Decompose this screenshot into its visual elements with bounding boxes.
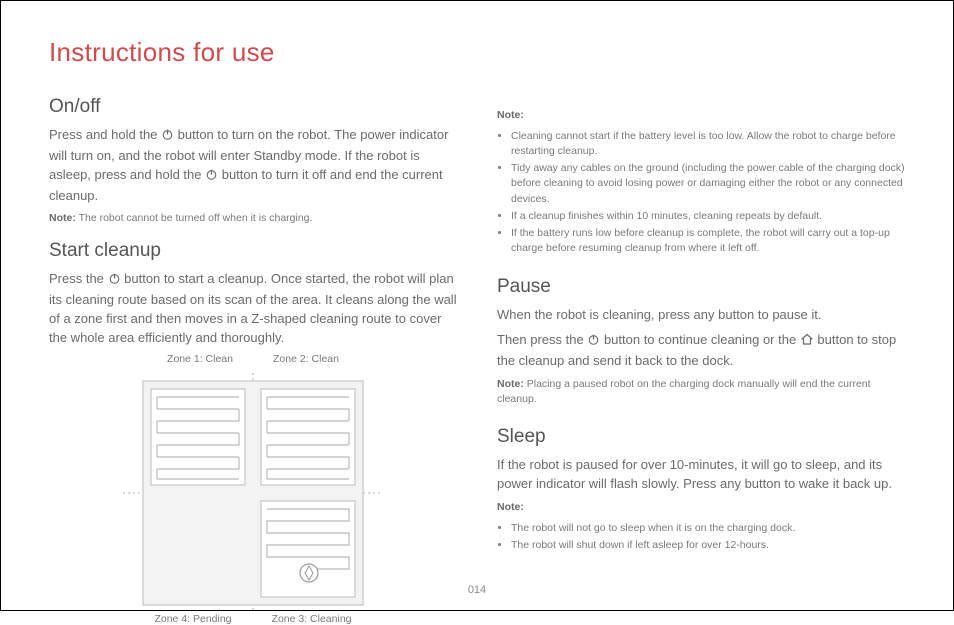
pause-note: Note: Placing a paused robot on the char… — [497, 377, 905, 406]
text: Press and hold the — [49, 127, 161, 142]
zone1-label: Zone 1: Clean — [167, 353, 233, 365]
onoff-paragraph: Press and hold the button to turn on the… — [49, 126, 457, 205]
text: button to continue cleaning or the — [600, 332, 799, 347]
note-label: Note: — [497, 501, 524, 513]
note-item: If a cleanup finishes within 10 minutes,… — [511, 209, 905, 224]
text: Then press the — [497, 332, 587, 347]
note-label: Note: — [49, 212, 76, 224]
zone4-label: Zone 4: Pending — [154, 613, 231, 625]
onoff-heading: On/off — [49, 96, 457, 118]
note-item: The robot will not go to sleep when it i… — [511, 521, 905, 536]
note-text: Placing a paused robot on the charging d… — [497, 378, 871, 405]
pause-heading: Pause — [497, 276, 905, 298]
note-text: The robot cannot be turned off when it i… — [76, 212, 313, 224]
power-icon — [205, 168, 218, 187]
right-column: Note: Cleaning cannot start if the batte… — [497, 82, 905, 625]
sleep-p1: If the robot is paused for over 10-minut… — [497, 456, 905, 494]
text: Press the — [49, 271, 108, 286]
sleep-note-label: Note: — [497, 500, 905, 515]
page-title: Instructions for use — [49, 37, 905, 68]
note-item: If the battery runs low before cleanup i… — [511, 226, 905, 256]
pause-p2: Then press the button to continue cleani… — [497, 331, 905, 371]
start-heading: Start cleanup — [49, 240, 457, 262]
note-item: Tidy away any cables on the ground (incl… — [511, 161, 905, 207]
note-label: Note: — [497, 109, 524, 121]
power-icon — [161, 128, 174, 147]
power-icon — [108, 272, 121, 291]
note-label: Note: — [497, 378, 524, 390]
power-icon — [587, 333, 600, 352]
note-item: The robot will shut down if left asleep … — [511, 538, 905, 553]
home-icon — [800, 333, 814, 352]
cleaning-diagram — [49, 373, 457, 613]
page-number: 014 — [1, 584, 953, 596]
page: Instructions for use On/off Press and ho… — [1, 1, 953, 610]
zone-labels-bottom: Zone 4: Pending Zone 3: Cleaning — [49, 613, 457, 625]
zone2-label: Zone 2: Clean — [273, 353, 339, 365]
notes-right-list: Cleaning cannot start if the battery lev… — [497, 129, 905, 257]
sleep-heading: Sleep — [497, 426, 905, 448]
onoff-note: Note: The robot cannot be turned off whe… — [49, 211, 457, 226]
zone3-label: Zone 3: Cleaning — [272, 613, 352, 625]
notes-right-label: Note: — [497, 108, 905, 123]
sleep-notes-list: The robot will not go to sleep when it i… — [497, 521, 905, 553]
columns: On/off Press and hold the button to turn… — [49, 82, 905, 625]
start-paragraph: Press the button to start a cleanup. Onc… — [49, 270, 457, 347]
left-column: On/off Press and hold the button to turn… — [49, 82, 457, 625]
pause-p1: When the robot is cleaning, press any bu… — [497, 306, 905, 325]
zone-labels-top: Zone 1: Clean Zone 2: Clean — [49, 353, 457, 365]
note-item: Cleaning cannot start if the battery lev… — [511, 129, 905, 159]
